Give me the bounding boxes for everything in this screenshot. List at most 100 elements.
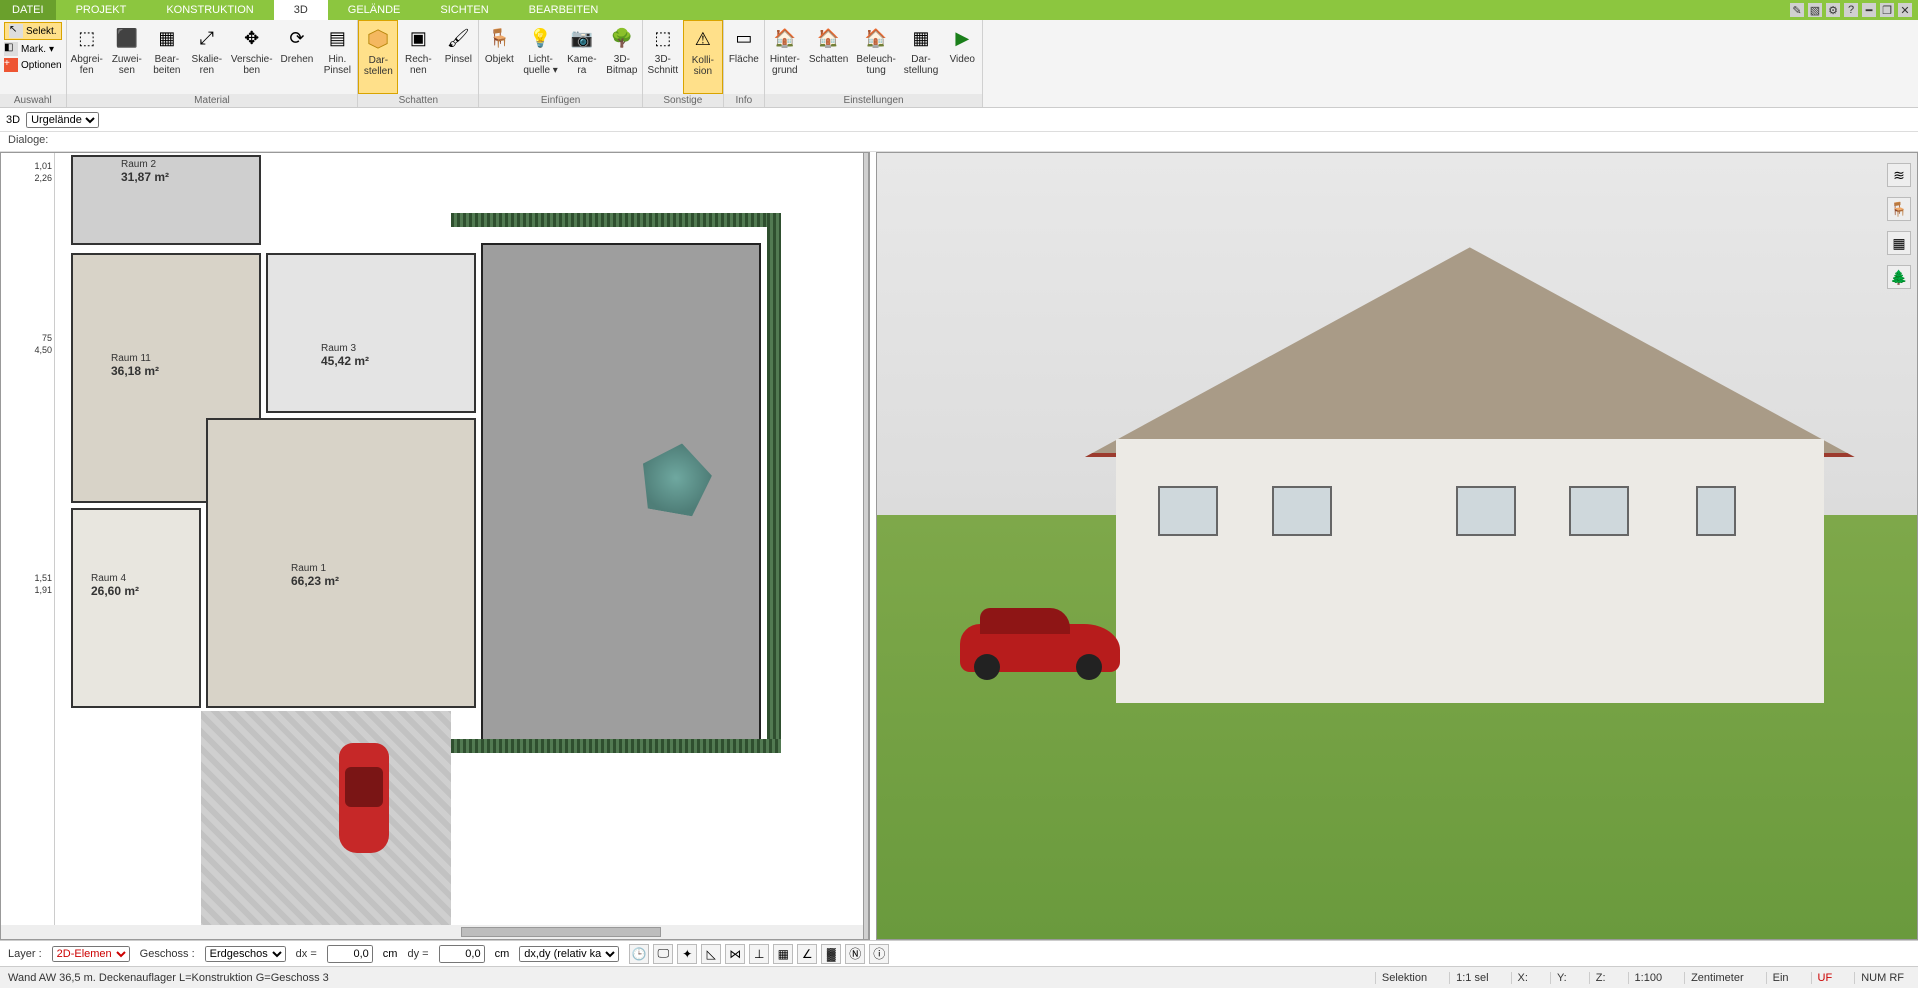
camera-icon: 📷: [568, 24, 596, 52]
edit-icon: ▦: [153, 24, 181, 52]
btn-pinsel[interactable]: 🖌Pinsel: [438, 20, 478, 94]
chair-icon: 🪑: [485, 24, 513, 52]
box-icon[interactable]: ▧: [1808, 3, 1822, 17]
pencil-icon[interactable]: ✎: [1790, 3, 1804, 17]
btn-3d-bitmap[interactable]: 🌳3D- Bitmap: [602, 20, 642, 94]
layer-select[interactable]: 2D-Elemen: [52, 946, 130, 962]
terrain-select[interactable]: Urgelände: [26, 112, 99, 128]
plan-view[interactable]: 1,01 2,26 75 4,50 1,51 1,91 Raum 231,87 …: [0, 152, 870, 940]
status-selection: Selektion: [1375, 972, 1433, 984]
info-small-icon[interactable]: ⓘ: [869, 944, 889, 964]
dy-input[interactable]: [439, 945, 485, 963]
snap-angle-icon[interactable]: ∠: [797, 944, 817, 964]
tab-konstruktion[interactable]: KONSTRUKTION: [146, 0, 273, 20]
driveway: [201, 711, 451, 931]
ribbon: ↖ Selekt. ◧ Mark.▾ + Optionen Auswahl ⬚A…: [0, 20, 1918, 108]
dx-label: dx =: [296, 948, 317, 960]
dx-unit: cm: [383, 948, 398, 960]
view-splitter[interactable]: [863, 153, 869, 939]
btn-verschieben[interactable]: ✥Verschie- ben: [227, 20, 277, 94]
house-light-icon: 🏠: [862, 24, 890, 52]
select-tool[interactable]: ↖ Selekt.: [4, 22, 62, 40]
btn-rechnen[interactable]: ▣Rech- nen: [398, 20, 438, 94]
furniture-icon[interactable]: 🪑: [1887, 197, 1911, 221]
eyedropper-icon: ⬚: [73, 24, 101, 52]
snap-mid-icon[interactable]: ⋈: [725, 944, 745, 964]
status-left: Wand AW 36,5 m. Deckenauflager L=Konstru…: [8, 972, 329, 984]
mark-icon: ◧: [4, 42, 18, 56]
room-11-label: Raum 1136,18 m²: [111, 353, 159, 378]
status-ein: Ein: [1766, 972, 1795, 984]
btn-flaeche[interactable]: ▭Fläche: [724, 20, 764, 94]
btn-hintergrund[interactable]: 🏠Hinter- grund: [765, 20, 805, 94]
snap-edge-icon[interactable]: ◺: [701, 944, 721, 964]
snap-perp-icon[interactable]: ⊥: [749, 944, 769, 964]
window-restore-icon[interactable]: ❐: [1880, 3, 1894, 17]
help-icon[interactable]: ?: [1844, 3, 1858, 17]
car-3d: [960, 624, 1120, 672]
coord-mode-select[interactable]: dx,dy (relativ ka: [519, 946, 619, 962]
hedge-bottom: [451, 739, 781, 753]
floor-select[interactable]: Erdgeschos: [205, 946, 286, 962]
wall: [1116, 439, 1824, 703]
btn-hin-pinsel[interactable]: ▤Hin. Pinsel: [317, 20, 357, 94]
group-label-einfuegen: Einfügen: [479, 94, 642, 107]
window-close-icon[interactable]: ✕: [1898, 3, 1912, 17]
tab-datei[interactable]: DATEI: [0, 0, 56, 20]
ribbon-group-auswahl: ↖ Selekt. ◧ Mark.▾ + Optionen Auswahl: [0, 20, 67, 107]
north-icon[interactable]: Ⓝ: [845, 944, 865, 964]
room-3: [266, 253, 476, 413]
btn-bearbeiten[interactable]: ▦Bear- beiten: [147, 20, 187, 94]
dy-label: dy =: [407, 948, 428, 960]
floor-label: Geschoss :: [140, 948, 195, 960]
collision-icon: ⚠: [689, 25, 717, 53]
btn-darstellung[interactable]: ▦Dar- stellung: [900, 20, 942, 94]
tree-side-icon[interactable]: 🌲: [1887, 265, 1911, 289]
dx-input[interactable]: [327, 945, 373, 963]
layers-icon[interactable]: ≋: [1887, 163, 1911, 187]
plan-scrollbar-thumb[interactable]: [461, 927, 661, 937]
scale-icon: ⤢: [193, 24, 221, 52]
lower-toolbar: Layer : 2D-Elemen Geschoss : Erdgeschos …: [0, 940, 1918, 966]
btn-schatten-set[interactable]: 🏠Schatten: [805, 20, 852, 94]
tab-3d[interactable]: 3D: [274, 0, 328, 20]
brush-back-icon: ▤: [323, 24, 351, 52]
btn-video[interactable]: ▶Video: [942, 20, 982, 94]
tab-bearbeiten[interactable]: BEARBEITEN: [509, 0, 619, 20]
btn-beleuchtung[interactable]: 🏠Beleuch- tung: [852, 20, 899, 94]
btn-abgreifen[interactable]: ⬚Abgrei- fen: [67, 20, 107, 94]
select-label: Selekt.: [26, 26, 57, 37]
status-uf: UF: [1811, 972, 1839, 984]
plan-scrollbar[interactable]: [1, 925, 869, 939]
tab-sichten[interactable]: SICHTEN: [420, 0, 508, 20]
grid-toggle-icon[interactable]: ▓: [821, 944, 841, 964]
btn-kollision[interactable]: ⚠Kolli- sion: [683, 20, 723, 94]
btn-lichtquelle[interactable]: 💡Licht- quelle ▾: [519, 20, 562, 94]
options-button[interactable]: + Optionen: [4, 58, 62, 72]
room-4: [71, 508, 201, 708]
palette-icon[interactable]: ▦: [1887, 231, 1911, 255]
tab-gelaende[interactable]: GELÄNDE: [328, 0, 421, 20]
hedge-right: [767, 213, 781, 753]
ribbon-group-einfuegen: 🪑Objekt 💡Licht- quelle ▾ 📷Kame- ra 🌳3D- …: [479, 20, 643, 107]
snap-point-icon[interactable]: ✦: [677, 944, 697, 964]
mark-label: Mark.: [21, 44, 46, 55]
snap-grid-icon[interactable]: ▦: [773, 944, 793, 964]
btn-kamera[interactable]: 📷Kame- ra: [562, 20, 602, 94]
mark-tool[interactable]: ◧ Mark.▾: [4, 42, 62, 56]
gear-icon[interactable]: ⚙: [1826, 3, 1840, 17]
calc-icon: ▣: [404, 24, 432, 52]
window-minimize-icon[interactable]: ━: [1862, 3, 1876, 17]
btn-zuweisen[interactable]: ⬛Zuwei- sen: [107, 20, 147, 94]
monitor-icon[interactable]: 🖵: [653, 944, 673, 964]
clock-icon[interactable]: 🕒: [629, 944, 649, 964]
dialog-label: Dialoge:: [8, 134, 48, 146]
btn-darstellen[interactable]: Dar- stellen: [358, 20, 398, 94]
btn-skalieren[interactable]: ⤢Skalie- ren: [187, 20, 227, 94]
3d-view[interactable]: ≋ 🪑 ▦ 🌲: [876, 152, 1918, 940]
btn-drehen[interactable]: ⟳Drehen: [277, 20, 318, 94]
btn-objekt[interactable]: 🪑Objekt: [479, 20, 519, 94]
btn-3d-schnitt[interactable]: ⬚3D- Schnitt: [643, 20, 683, 94]
tab-projekt[interactable]: PROJEKT: [56, 0, 147, 20]
3d-side-toolbox: ≋ 🪑 ▦ 🌲: [1887, 163, 1911, 289]
